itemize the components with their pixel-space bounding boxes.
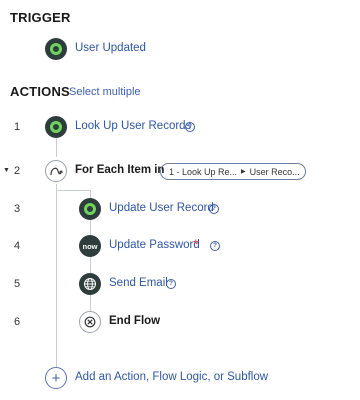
step-label-end-flow[interactable]: End Flow: [109, 315, 160, 327]
pill-first-segment: 1 - Look Up Re...: [169, 166, 238, 177]
servicenow-green-icon: [45, 116, 67, 138]
globe-icon: [79, 273, 101, 295]
step-number: 6: [14, 316, 21, 328]
step-number: 2: [14, 165, 21, 177]
step-number: 1: [14, 121, 21, 133]
connector-line: [56, 184, 57, 367]
help-icon[interactable]: ?: [209, 204, 219, 214]
step-number: 4: [14, 240, 21, 252]
collapse-chevron-icon[interactable]: ▼: [3, 167, 10, 174]
pill-second-segment: User Reco...: [249, 166, 300, 177]
step-label-send-email[interactable]: Send Email: [109, 277, 168, 289]
help-icon[interactable]: ?: [166, 279, 176, 289]
required-asterisk: *: [193, 236, 199, 252]
step-number: 5: [14, 278, 21, 290]
step-label-update-user-record[interactable]: Update User Record: [109, 202, 214, 214]
servicenow-green-icon: [79, 198, 101, 220]
caret-right-icon: ▶: [241, 169, 246, 175]
servicenow-green-icon: [45, 38, 67, 60]
step-label-update-password[interactable]: Update Password: [109, 239, 200, 251]
trigger-heading: TRIGGER: [10, 10, 71, 25]
add-icon[interactable]: +: [45, 367, 67, 389]
help-icon[interactable]: ?: [210, 241, 220, 251]
end-flow-icon: [79, 311, 101, 333]
now-logo-icon: now: [79, 235, 101, 257]
step-label-for-each[interactable]: For Each Item in: [75, 164, 164, 176]
step-number: 3: [14, 203, 21, 215]
loop-icon: [45, 160, 67, 182]
data-pill[interactable]: 1 - Look Up Re... ▶ User Reco...: [160, 163, 306, 180]
actions-heading: ACTIONS: [10, 84, 70, 99]
add-action-link[interactable]: Add an Action, Flow Logic, or Subflow: [75, 371, 268, 383]
help-icon[interactable]: ?: [185, 122, 195, 132]
connector-line: [56, 190, 90, 191]
connector-line: [56, 138, 57, 157]
select-multiple-link[interactable]: Select multiple: [69, 86, 141, 98]
now-logo-text: now: [82, 241, 98, 251]
step-label-look-up-user-records[interactable]: Look Up User Records: [75, 120, 191, 132]
trigger-name-link[interactable]: User Updated: [75, 42, 146, 54]
